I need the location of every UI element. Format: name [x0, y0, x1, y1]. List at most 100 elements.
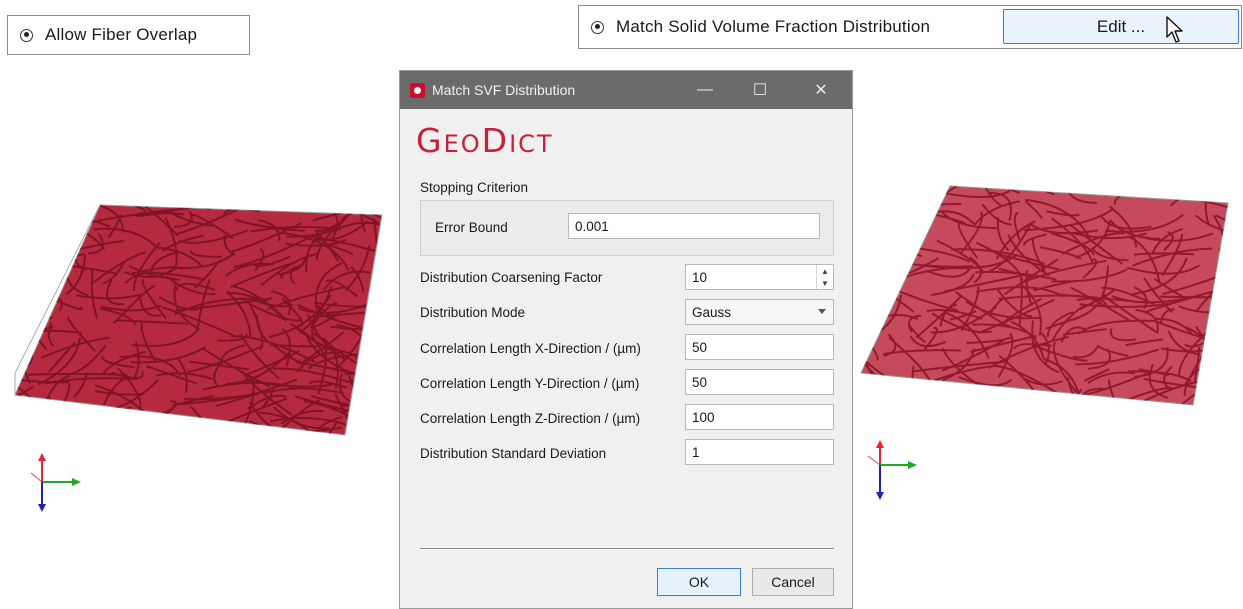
- radio-button[interactable]: [20, 28, 33, 42]
- fiber-strand: [861, 373, 881, 405]
- fiber-strand: [1219, 295, 1228, 340]
- fiber-strand: [33, 222, 62, 235]
- fiber-strand: [365, 364, 382, 386]
- fiber-strand: [962, 389, 980, 405]
- allow-fiber-overlap-option[interactable]: Allow Fiber Overlap: [7, 15, 250, 55]
- fiber-strand: [15, 253, 42, 265]
- fiber-strand: [879, 186, 936, 220]
- match-svf-dialog: Match SVF Distribution — ☐ ✕ GEODICT Sto…: [399, 70, 853, 609]
- fiber-strand: [384, 204, 386, 222]
- fiber-strand: [15, 249, 18, 265]
- fiber-strand: [903, 395, 979, 405]
- fiber-strand: [870, 233, 901, 256]
- dialog-titlebar[interactable]: Match SVF Distribution — ☐ ✕: [400, 71, 852, 109]
- fiber-structure-render-left: [10, 195, 386, 436]
- fiber-strand: [889, 186, 901, 201]
- fiber-strand: [235, 426, 252, 435]
- fiber-strand: [10, 220, 13, 249]
- fiber-strand: [869, 386, 939, 405]
- corr-length-z-input[interactable]: 100: [685, 404, 834, 430]
- fiber-strand: [861, 231, 923, 258]
- fiber-strand: [10, 316, 12, 360]
- fiber-strand: [861, 220, 896, 229]
- fiber-strand: [15, 292, 57, 300]
- axis-triad-icon: [30, 453, 81, 512]
- corr-length-x-input[interactable]: 50: [685, 334, 834, 360]
- spin-arrows-icon[interactable]: ▲ ▼: [816, 265, 833, 289]
- fiber-strand: [342, 195, 347, 202]
- fiber-strand: [1094, 186, 1115, 188]
- axis-triad-icon: [867, 440, 917, 500]
- fiber-strand: [861, 263, 871, 296]
- fiber-strand: [27, 372, 128, 376]
- fiber-strand: [861, 238, 922, 265]
- fiber-strand: [1216, 375, 1228, 385]
- fiber-strand: [99, 409, 172, 432]
- error-bound-label: Error Bound: [435, 220, 508, 235]
- fiber-strand: [378, 243, 382, 248]
- close-button[interactable]: ✕: [798, 71, 844, 109]
- fiber-strand: [378, 276, 382, 308]
- fiber-strand: [933, 387, 994, 396]
- fiber-strand: [1191, 186, 1203, 187]
- std-deviation-input[interactable]: 1: [685, 439, 834, 465]
- corr-length-y-input[interactable]: 50: [685, 369, 834, 395]
- divider: [420, 548, 834, 550]
- fiber-strand: [10, 195, 83, 201]
- edit-button[interactable]: Edit ...: [1003, 9, 1239, 44]
- fiber-strand: [1223, 404, 1228, 405]
- fiber-strand: [861, 373, 869, 405]
- fiber-strand: [861, 208, 883, 222]
- coarsening-factor-label: Distribution Coarsening Factor: [420, 270, 603, 285]
- fiber-strand: [15, 207, 69, 214]
- fiber-strand: [10, 195, 12, 205]
- geodict-logo: GEODICT: [416, 121, 554, 160]
- fiber-strand: [861, 386, 866, 404]
- maximize-button[interactable]: ☐: [737, 71, 783, 109]
- fiber-strand: [16, 205, 85, 211]
- fiber-strand: [1159, 295, 1228, 299]
- radio-label: Allow Fiber Overlap: [45, 25, 198, 44]
- fiber-strand: [51, 419, 106, 435]
- fiber-strand: [15, 217, 43, 244]
- fiber-strand: [127, 195, 160, 200]
- fiber-strand: [906, 208, 932, 228]
- dialog-title: Match SVF Distribution: [432, 82, 576, 98]
- fiber-strand: [384, 327, 386, 352]
- fiber-strand: [22, 224, 58, 240]
- distribution-mode-label: Distribution Mode: [420, 305, 526, 320]
- error-bound-input[interactable]: 0.001: [568, 213, 820, 239]
- fiber-strand: [20, 340, 34, 369]
- fiber-strand: [15, 209, 17, 248]
- ok-button[interactable]: OK: [657, 568, 741, 596]
- mouse-cursor-icon: [1166, 16, 1183, 43]
- fiber-strand: [15, 247, 33, 263]
- radio-button[interactable]: [591, 20, 604, 34]
- fiber-strand: [911, 194, 944, 204]
- fiber-strand: [15, 248, 56, 282]
- fiber-strand: [328, 205, 352, 208]
- stopping-criterion-title: Stopping Criterion: [420, 180, 529, 195]
- fiber-strand: [1134, 186, 1209, 192]
- coarsening-factor-value: 10: [692, 269, 708, 285]
- geodict-app-icon: [410, 82, 425, 98]
- fiber-strand: [362, 363, 382, 391]
- distribution-mode-select[interactable]: Gauss: [685, 299, 834, 325]
- fiber-strand: [892, 186, 919, 192]
- fiber-strand: [865, 190, 913, 241]
- fiber-structure-render-right: [860, 185, 1229, 406]
- corr-length-x-label: Correlation Length X-Direction / (µm): [420, 341, 641, 356]
- cancel-button[interactable]: Cancel: [752, 568, 834, 596]
- corr-length-z-label: Correlation Length Z-Direction / (µm): [420, 411, 641, 426]
- fiber-strand: [183, 205, 212, 211]
- fiber-strand: [371, 195, 379, 201]
- fiber-strand: [15, 210, 18, 228]
- radio-label: Match Solid Volume Fraction Distribution: [616, 17, 931, 36]
- fiber-strand: [29, 205, 44, 222]
- fiber-strand: [869, 231, 886, 249]
- minimize-button[interactable]: —: [682, 71, 728, 109]
- fiber-strand: [1211, 321, 1228, 350]
- fiber-strand: [861, 258, 869, 273]
- coarsening-factor-spinbox[interactable]: 10 ▲ ▼: [685, 264, 834, 290]
- fiber-strand: [943, 382, 955, 404]
